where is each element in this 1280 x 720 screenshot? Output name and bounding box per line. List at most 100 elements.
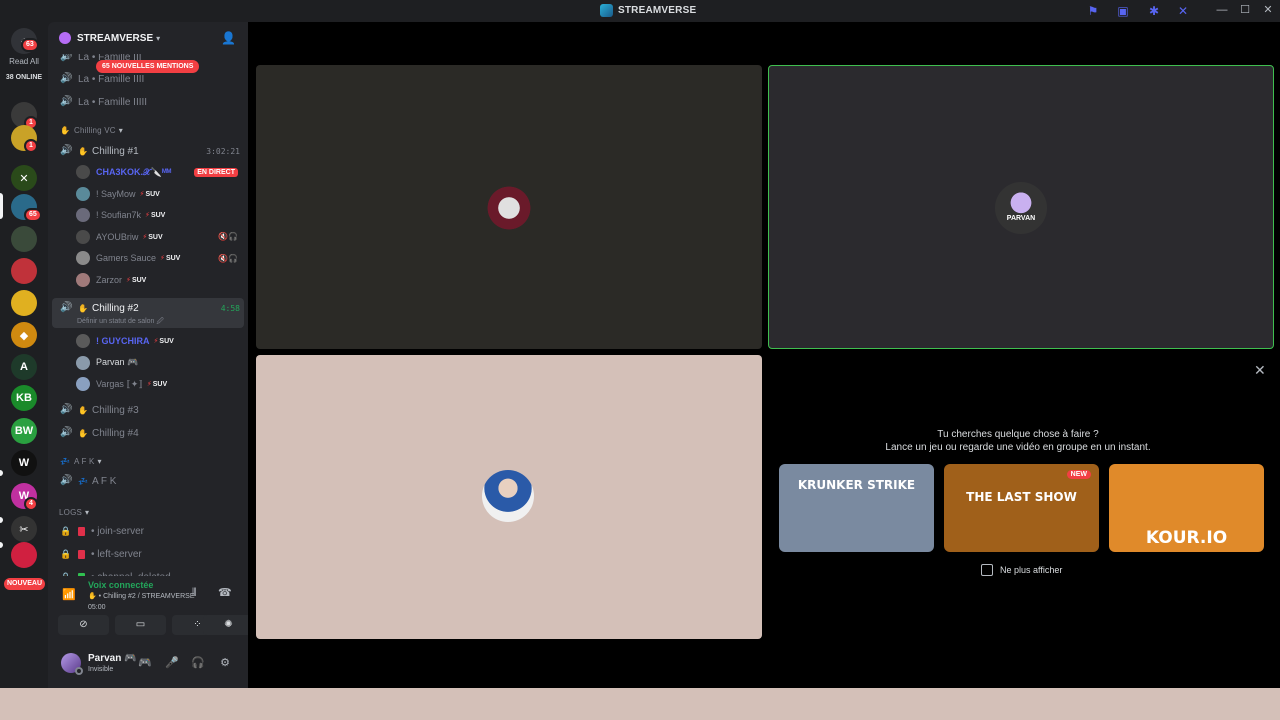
voice-channel-afk[interactable]: 🔊 💤 A F K bbox=[48, 471, 248, 491]
voice-channel-chilling-4[interactable]: 🔊 ✋ Chilling #4 bbox=[48, 423, 248, 443]
server-icon-12[interactable]: W bbox=[11, 450, 37, 476]
activity-promo: Tu cherches quelque chose à faire ? Lanc… bbox=[768, 428, 1268, 454]
voice-channel-path[interactable]: ✋ • Chilling #2 / STREAMVERSE bbox=[88, 592, 194, 600]
voice-user[interactable]: AYOUBriwSUV 🔇🎧 bbox=[76, 227, 246, 247]
server-icon-11[interactable]: BW bbox=[11, 418, 37, 444]
voice-elapsed: 05:00 bbox=[88, 604, 106, 611]
voice-connected-panel: 📶 Voix connectée ✋ • Chilling #2 / STREA… bbox=[52, 578, 248, 640]
voice-channel-chilling-1[interactable]: 🔊 ✋ Chilling #1 3:02:21 bbox=[48, 141, 248, 161]
participant-tile-1[interactable] bbox=[256, 65, 762, 349]
server-icon-6[interactable] bbox=[11, 258, 37, 284]
text-channel-join-server[interactable]: 🔒 • join-server bbox=[48, 521, 248, 541]
role-tag: SUV bbox=[145, 211, 165, 219]
category-label: Chilling VC bbox=[73, 125, 116, 135]
speaker-icon: 🔊 bbox=[60, 404, 73, 415]
app-window: STREAMVERSE ⚑ ▣ ✱ ✕ — ☐ ✕ ◕ 63 Read All … bbox=[0, 0, 1280, 688]
channel-label: La • Famille IIII bbox=[78, 73, 145, 85]
maximize-button[interactable]: ☐ bbox=[1238, 3, 1252, 17]
noise-suppression-icon[interactable]: ⫴ bbox=[192, 587, 197, 600]
flag-icon[interactable]: ⚑ bbox=[1086, 4, 1100, 18]
avatar bbox=[76, 165, 90, 179]
server-icon-9[interactable]: A bbox=[11, 354, 37, 380]
close-icon[interactable]: ✕ bbox=[1254, 362, 1266, 379]
category-afk[interactable]: 💤 A F K ▾ bbox=[48, 453, 248, 469]
game-title: KOUR.IO bbox=[1145, 528, 1228, 548]
gear-icon[interactable]: ⚙ bbox=[217, 656, 233, 669]
server-icon-15[interactable] bbox=[11, 542, 37, 568]
voice-channel-famille-5[interactable]: 🔊 La • Famille IIIII bbox=[48, 92, 248, 112]
server-icon-5[interactable] bbox=[11, 226, 37, 252]
category-logs[interactable]: LOGS ▾ bbox=[48, 504, 248, 520]
channel-label: Chilling #2 bbox=[91, 302, 139, 314]
voice-user[interactable]: ! GUYCHIRA SUV bbox=[76, 331, 246, 351]
camera-off-button[interactable]: ⊘ bbox=[58, 615, 109, 635]
voice-user[interactable]: ! Soufian7kSUV bbox=[76, 205, 246, 225]
avatar bbox=[76, 251, 90, 265]
channel-color-icon bbox=[78, 572, 85, 576]
read-all-button[interactable]: Read All bbox=[0, 57, 48, 66]
bottom-strip bbox=[0, 688, 1280, 720]
set-channel-status[interactable]: Définir un statut de salon 🖉 bbox=[77, 317, 164, 328]
server-icon-7[interactable] bbox=[11, 290, 37, 316]
participant-tile-2[interactable]: PARVAN bbox=[768, 65, 1274, 349]
channel-sidebar: STREAMVERSE ▾ 👤 65 NOUVELLES MENTIONS 🔊 … bbox=[48, 22, 248, 688]
text-channel-left-server[interactable]: 🔒 • left-server bbox=[48, 544, 248, 564]
new-badge: NOUVEAU bbox=[4, 578, 46, 590]
muted-deafened-icon: 🔇🎧 bbox=[218, 232, 238, 241]
minimize-button[interactable]: — bbox=[1215, 3, 1229, 17]
game-card[interactable]: KOUR.IO bbox=[1109, 464, 1264, 552]
server-header[interactable]: STREAMVERSE ▾ 👤 bbox=[48, 22, 248, 54]
voice-channel-chilling-2[interactable]: 🔊 ✋ Chilling #2 4:58 bbox=[48, 298, 248, 318]
mentions-pill[interactable]: 65 NOUVELLES MENTIONS bbox=[96, 60, 200, 73]
dont-show-again[interactable]: Ne plus afficher bbox=[981, 564, 1062, 576]
voice-channel-chilling-3[interactable]: 🔊 ✋ Chilling #3 bbox=[48, 400, 248, 420]
role-tag: SUV bbox=[126, 276, 146, 284]
voice-user[interactable]: ! SayMow SUV bbox=[76, 184, 246, 204]
disconnect-icon[interactable]: ☎ bbox=[218, 586, 232, 599]
user-name[interactable]: Parvan 🎮 bbox=[88, 653, 137, 664]
title-bar: STREAMVERSE ⚑ ▣ ✱ ✕ — ☐ ✕ bbox=[0, 0, 1280, 22]
app-title-text: STREAMVERSE bbox=[618, 5, 697, 16]
channel-label: Chilling #4 bbox=[91, 427, 139, 439]
voice-user[interactable]: Parvan 🎮 bbox=[76, 353, 246, 373]
voice-user[interactable]: ZarzorSUV bbox=[76, 270, 246, 290]
category-chilling[interactable]: ✋ Chilling VC ▾ bbox=[48, 122, 248, 138]
unread-dot bbox=[0, 470, 3, 476]
voice-status[interactable]: Voix connectée bbox=[88, 580, 153, 590]
hand-icon: ✋ bbox=[60, 125, 70, 135]
unread-dot bbox=[0, 517, 3, 523]
soundboard-button[interactable]: ✺ bbox=[203, 615, 248, 635]
server-icon-10[interactable]: KB bbox=[11, 385, 37, 411]
tools-icon[interactable]: ✕ bbox=[1176, 4, 1190, 18]
voice-user-name: ! Soufian7k bbox=[96, 210, 142, 220]
voice-user[interactable]: CHA3KOK.𝒳🔪ᴹᴹ EN DIRECT bbox=[76, 162, 246, 182]
role-tag: SUV bbox=[154, 337, 173, 345]
screen-share-button[interactable]: ▭ bbox=[115, 615, 166, 635]
text-channel-channel_deleted[interactable]: 🔒 • channel_deleted bbox=[48, 567, 248, 576]
dont-show-label: Ne plus afficher bbox=[1000, 565, 1063, 575]
microphone-icon[interactable]: 🎤 bbox=[164, 656, 180, 669]
game-card[interactable]: KRUNKER STRIKE bbox=[779, 464, 934, 552]
server-icon-3[interactable]: ✕ bbox=[11, 165, 37, 191]
game-card[interactable]: THE LAST SHOW NEW bbox=[944, 464, 1099, 552]
role-tag: SUV bbox=[147, 380, 167, 388]
speaker-icon: 🔊 bbox=[60, 427, 73, 438]
gamepad-icon[interactable]: 🎮 bbox=[137, 656, 153, 669]
close-window-button[interactable]: ✕ bbox=[1261, 3, 1275, 17]
channel-label: • left-server bbox=[91, 548, 142, 560]
participant-tile-3[interactable] bbox=[256, 355, 762, 639]
server-icon-14[interactable]: ✂ bbox=[11, 516, 37, 542]
new-badge: NEW bbox=[1066, 470, 1091, 479]
add-user-icon[interactable]: 👤 bbox=[221, 31, 236, 45]
inbox-icon[interactable]: ▣ bbox=[1116, 4, 1130, 18]
channel-list: 65 NOUVELLES MENTIONS 🔊 La • Famille III… bbox=[48, 54, 248, 576]
voice-user[interactable]: Gamers SauceSUV 🔇🎧 bbox=[76, 248, 246, 268]
channel-timer: 4:58 bbox=[220, 303, 240, 313]
user-panel: Parvan 🎮 Invisible 🎮 🎤 🎧 ⚙ bbox=[48, 646, 248, 688]
server-icon-8[interactable]: ◆ bbox=[11, 322, 37, 348]
category-label: A F K bbox=[73, 456, 95, 466]
headphones-icon[interactable]: 🎧 bbox=[190, 656, 206, 669]
voice-user[interactable]: Vargas ⟦✦⟧ SUV bbox=[76, 374, 246, 394]
bug-icon[interactable]: ✱ bbox=[1147, 4, 1161, 18]
dont-show-checkbox[interactable] bbox=[981, 564, 993, 576]
